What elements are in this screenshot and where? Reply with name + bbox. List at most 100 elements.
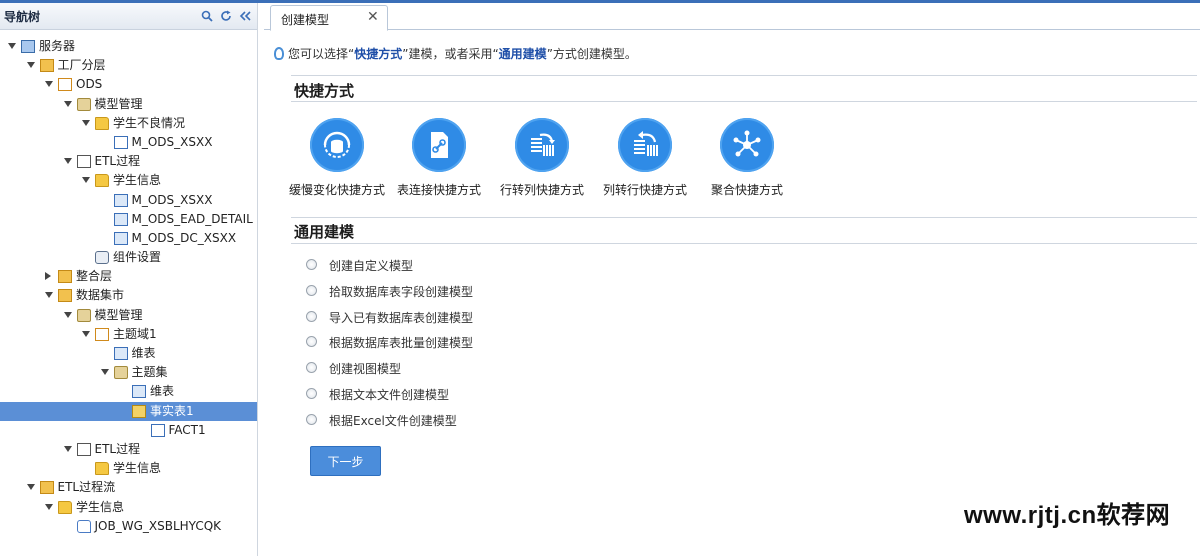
tree-node[interactable]: ODS	[0, 75, 257, 94]
general-option[interactable]: 根据Excel文件创建模型	[306, 412, 473, 438]
tree-node[interactable]: ETL过程	[0, 440, 257, 459]
tree-node-label: 学生信息	[113, 461, 162, 476]
tree-node[interactable]: 学生信息	[0, 498, 257, 517]
hint-message: 您可以选择“快捷方式”建模，或者采用“通用建模”方式创建模型。	[274, 45, 637, 62]
tree-node[interactable]: M_ODS_XSXX	[0, 191, 257, 210]
navigation-tree-panel: 导航树 服务器 工厂分层 ODS 模型管理 学生不良情况 M_ODS_XSXX ETL过程学…	[0, 3, 258, 556]
expand-down-icon[interactable]	[26, 62, 35, 69]
tree-node[interactable]: 工厂分层	[0, 56, 257, 75]
next-button[interactable]: 下一步	[310, 446, 381, 476]
tree-node-label: 工厂分层	[57, 58, 106, 73]
general-option[interactable]: 创建自定义模型	[306, 257, 473, 283]
general-option[interactable]: 根据数据库表批量创建模型	[306, 334, 473, 360]
tree-node[interactable]: 事实表1	[0, 401, 257, 421]
tab-bar: 创建模型 ✕	[264, 3, 1200, 31]
expand-down-icon[interactable]	[82, 177, 90, 184]
refresh-icon[interactable]	[220, 10, 232, 22]
radio-button[interactable]	[306, 259, 317, 270]
tree-node[interactable]: 学生信息	[0, 171, 257, 190]
subject-domain-icon	[95, 327, 109, 341]
tree-node[interactable]: 学生信息	[0, 459, 257, 478]
tree-node[interactable]: 服务器	[0, 37, 257, 56]
quick-slowly-changing[interactable]: 缓慢变化快捷方式	[282, 118, 392, 198]
expand-down-icon[interactable]	[8, 43, 16, 49]
tree-node[interactable]: JOB_WG_XSBLHYCQK	[0, 517, 257, 536]
tree-node[interactable]: M_ODS_XSXX	[0, 133, 257, 152]
tree-node[interactable]: 主题集	[0, 363, 257, 382]
general-option[interactable]: 创建视图模型	[306, 360, 473, 386]
general-options: 创建自定义模型 拾取数据库表字段创建模型 导入已有数据库表创建模型 根据数据库表…	[306, 257, 473, 438]
general-option[interactable]: 根据文本文件创建模型	[306, 386, 473, 412]
tab-label: 创建模型	[281, 13, 330, 27]
expand-down-icon[interactable]	[45, 292, 53, 299]
tree-node-label: 主题域1	[113, 326, 157, 341]
tab-create-model[interactable]: 创建模型 ✕	[270, 5, 388, 31]
quick-label: 聚合快捷方式	[710, 183, 783, 197]
general-option[interactable]: 导入已有数据库表创建模型	[306, 309, 473, 335]
expand-down-icon[interactable]	[63, 445, 72, 452]
tree-node-label: 主题集	[131, 365, 168, 380]
radio-button[interactable]	[306, 413, 317, 425]
tree-node-label: ETL过程	[94, 441, 141, 456]
radio-button[interactable]	[306, 387, 317, 399]
expand-down-icon[interactable]	[63, 311, 72, 318]
expand-down-icon[interactable]	[63, 158, 72, 165]
quick-row-to-column[interactable]: 行转列快捷方式	[487, 118, 597, 198]
radio-button[interactable]	[306, 310, 317, 322]
option-label: 导入已有数据库表创建模型	[329, 310, 474, 325]
tree-node[interactable]: M_ODS_DC_XSXX	[0, 229, 257, 248]
tree-node[interactable]: 维表	[0, 382, 257, 401]
hint-middle: ”建模，或者采用“	[402, 47, 499, 61]
general-option[interactable]: 拾取数据库表字段创建模型	[306, 283, 473, 309]
tree-node[interactable]: 模型管理	[0, 95, 257, 114]
tree-node[interactable]: 维表	[0, 344, 257, 363]
quick-table-join[interactable]: 表连接快捷方式	[384, 118, 494, 198]
expand-down-icon[interactable]	[26, 484, 35, 491]
quick-label: 列转行快捷方式	[602, 183, 687, 197]
tree-node[interactable]: M_ODS_EAD_DETAIL	[0, 210, 257, 229]
divider	[291, 243, 1197, 244]
tree-node[interactable]: ETL过程流	[0, 478, 257, 497]
tree-node[interactable]: 数据集市	[0, 286, 257, 305]
tree-node-label: 维表	[150, 384, 175, 399]
layer-icon	[39, 59, 54, 73]
expand-down-icon[interactable]	[45, 81, 53, 88]
expand-down-icon[interactable]	[45, 503, 53, 510]
tree-node[interactable]: 学生不良情况	[0, 114, 257, 133]
subject-set-icon	[113, 366, 128, 380]
expand-down-icon[interactable]	[82, 330, 90, 337]
tree-node-label: 组件设置	[113, 250, 162, 265]
tree-node-label: 学生信息	[76, 499, 125, 514]
server-icon	[21, 40, 35, 53]
main-content: 创建模型 ✕ 您可以选择“快捷方式”建模，或者采用“通用建模”方式创建模型。 快…	[264, 3, 1200, 556]
divider	[291, 75, 1197, 76]
tree-node[interactable]: 主题域1	[0, 325, 257, 344]
folder-icon	[58, 500, 72, 514]
quick-column-to-row[interactable]: 列转行快捷方式	[590, 118, 700, 198]
expand-right-icon[interactable]	[45, 272, 51, 281]
expand-down-icon[interactable]	[82, 119, 90, 126]
close-icon[interactable]: ✕	[367, 9, 379, 25]
tree-node[interactable]: ETL过程	[0, 152, 257, 171]
tree-node[interactable]: FACT1	[0, 421, 257, 440]
expand-down-icon[interactable]	[100, 369, 109, 376]
divider	[291, 217, 1197, 218]
search-icon[interactable]	[201, 10, 213, 22]
radio-button[interactable]	[306, 336, 317, 348]
quick-aggregate[interactable]: 聚合快捷方式	[692, 118, 802, 198]
tree-node-label: 服务器	[39, 39, 76, 53]
tree-node[interactable]: 模型管理	[0, 306, 257, 325]
layer-icon	[58, 270, 72, 284]
tree-node[interactable]: 组件设置	[0, 248, 257, 267]
option-label: 根据文本文件创建模型	[329, 387, 450, 402]
tree-node[interactable]: 整合层	[0, 267, 257, 286]
collapse-icon[interactable]	[239, 10, 251, 22]
tree-node-label: FACT1	[168, 422, 206, 437]
mapping-icon	[113, 193, 128, 207]
row-to-column-icon	[515, 118, 569, 172]
etl-icon	[76, 442, 91, 456]
radio-button[interactable]	[306, 284, 317, 296]
radio-button[interactable]	[306, 362, 317, 374]
hint-suffix: ”方式创建模型。	[546, 47, 637, 61]
expand-down-icon[interactable]	[63, 100, 72, 107]
